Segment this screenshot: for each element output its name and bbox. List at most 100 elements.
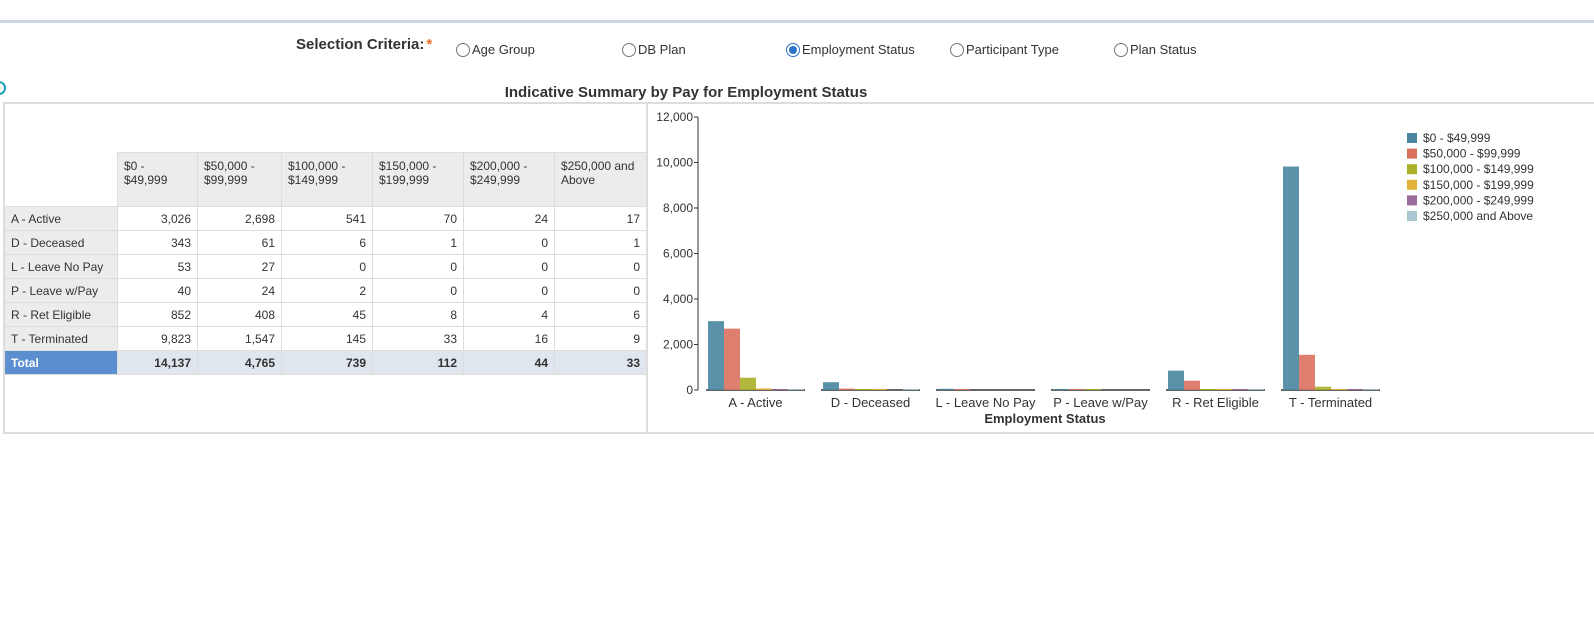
- bar: [1069, 389, 1085, 390]
- bar: [724, 328, 740, 390]
- table-cell: 2: [281, 278, 373, 303]
- table-cell: 17: [554, 206, 647, 231]
- table-cell: 343: [117, 230, 198, 255]
- bar: [756, 388, 772, 390]
- row-label: A - Active: [4, 206, 118, 231]
- table-cell: 541: [281, 206, 373, 231]
- row-label: R - Ret Eligible: [4, 302, 118, 327]
- bar: [855, 389, 871, 390]
- x-axis-title: Employment Status: [984, 411, 1105, 426]
- bar: [903, 389, 919, 390]
- x-tick-label: P - Leave w/Pay: [1053, 395, 1148, 410]
- radio-db-plan[interactable]: DB Plan: [622, 42, 686, 57]
- legend-label: $0 - $49,999: [1423, 131, 1491, 145]
- bar: [823, 382, 839, 390]
- table-row: L - Leave No Pay 53 27 0 0 0 0: [4, 254, 647, 279]
- x-tick-label: D - Deceased: [831, 395, 910, 410]
- bar: [1248, 389, 1264, 390]
- table-cell: 70: [372, 206, 464, 231]
- total-label: Total: [4, 350, 118, 375]
- table-cell: 0: [463, 278, 555, 303]
- x-tick-label: A - Active: [728, 395, 782, 410]
- table-cell: 3,026: [117, 206, 198, 231]
- column-header: $150,000 - $199,999: [372, 152, 464, 207]
- legend-swatch: [1407, 133, 1417, 143]
- table-cell: 1,547: [197, 326, 282, 351]
- column-header: $0 - $49,999: [117, 152, 198, 207]
- legend-label: $150,000 - $199,999: [1423, 178, 1534, 192]
- y-tick-label: 10,000: [656, 156, 693, 170]
- x-tick-label: T - Terminated: [1289, 395, 1372, 410]
- bar: [1299, 354, 1315, 390]
- bar: [740, 377, 756, 390]
- radio-employment-status[interactable]: Employment Status: [786, 42, 915, 57]
- table-row: P - Leave w/Pay 40 24 2 0 0 0: [4, 278, 647, 303]
- radio-button[interactable]: [950, 42, 964, 57]
- radio-button[interactable]: [456, 42, 470, 57]
- table-cell: 852: [117, 302, 198, 327]
- bar: [839, 388, 855, 390]
- table-cell: 9,823: [117, 326, 198, 351]
- bar: [1283, 166, 1299, 390]
- legend-label: $100,000 - $149,999: [1423, 162, 1534, 176]
- table-cell: 53: [117, 254, 198, 279]
- bar-chart: 0 2,000 4,000 6,000 8,000 10,000 12,000 A - Act…: [656, 110, 1534, 426]
- table-cell: 9: [554, 326, 647, 351]
- table-cell: 45: [281, 302, 373, 327]
- table-header-row: $0 - $49,999 $50,000 - $99,999 $100,000 …: [4, 152, 647, 207]
- radio-button[interactable]: [1114, 42, 1128, 57]
- table-cell: 6: [554, 302, 647, 327]
- radio-plan-status[interactable]: Plan Status: [1114, 42, 1197, 57]
- legend-swatch: [1407, 195, 1417, 206]
- radio-label: DB Plan: [638, 42, 686, 57]
- table-row: D - Deceased 343 61 6 1 0 1: [4, 230, 647, 255]
- total-cell: 14,137: [117, 350, 198, 375]
- required-marker: *: [426, 36, 433, 53]
- table-cell: 0: [554, 254, 647, 279]
- row-label: P - Leave w/Pay: [4, 278, 118, 303]
- radio-label: Plan Status: [1130, 42, 1197, 57]
- top-divider: [0, 20, 1594, 23]
- y-tick-label: 4,000: [663, 292, 693, 306]
- table-cell: 24: [197, 278, 282, 303]
- x-tick-label: L - Leave No Pay: [936, 395, 1036, 410]
- y-tick-label: 12,000: [656, 110, 693, 124]
- radio-label: Participant Type: [966, 42, 1059, 57]
- bar: [1315, 386, 1331, 390]
- bar: [1232, 389, 1248, 390]
- table-corner: [4, 152, 118, 207]
- table-cell: 0: [372, 278, 464, 303]
- bar: [871, 389, 887, 390]
- radio-participant-type[interactable]: Participant Type: [950, 42, 1059, 57]
- total-cell: 44: [463, 350, 555, 375]
- radio-age-group[interactable]: Age Group: [456, 42, 535, 57]
- radio-button[interactable]: [622, 42, 636, 57]
- table-cell: 8: [372, 302, 464, 327]
- y-tick-label: 2,000: [663, 338, 693, 352]
- summary-table: $0 - $49,999 $50,000 - $99,999 $100,000 …: [4, 152, 647, 375]
- bar: [954, 389, 970, 390]
- table-cell: 408: [197, 302, 282, 327]
- radio-button-selected[interactable]: [786, 42, 800, 57]
- total-cell: 4,765: [197, 350, 282, 375]
- table-cell: 0: [372, 254, 464, 279]
- table-cell: 6: [281, 230, 373, 255]
- total-cell: 112: [372, 350, 464, 375]
- table-cell: 16: [463, 326, 555, 351]
- table-cell: 0: [463, 230, 555, 255]
- bar: [1216, 389, 1232, 390]
- table-cell: 1: [554, 230, 647, 255]
- table-cell: 0: [281, 254, 373, 279]
- bar: [1347, 389, 1363, 390]
- table-cell: 1: [372, 230, 464, 255]
- y-tick-label: 8,000: [663, 201, 693, 215]
- table-row: T - Terminated 9,823 1,547 145 33 16 9: [4, 326, 647, 351]
- bar: [1085, 389, 1101, 390]
- table-total-row: Total 14,137 4,765 739 112 44 33: [4, 350, 647, 375]
- column-header: $250,000 and Above: [554, 152, 647, 207]
- y-tick-label: 6,000: [663, 247, 693, 261]
- table-cell: 40: [117, 278, 198, 303]
- total-cell: 33: [554, 350, 647, 375]
- legend-swatch: [1407, 211, 1417, 221]
- radio-label: Age Group: [472, 42, 535, 57]
